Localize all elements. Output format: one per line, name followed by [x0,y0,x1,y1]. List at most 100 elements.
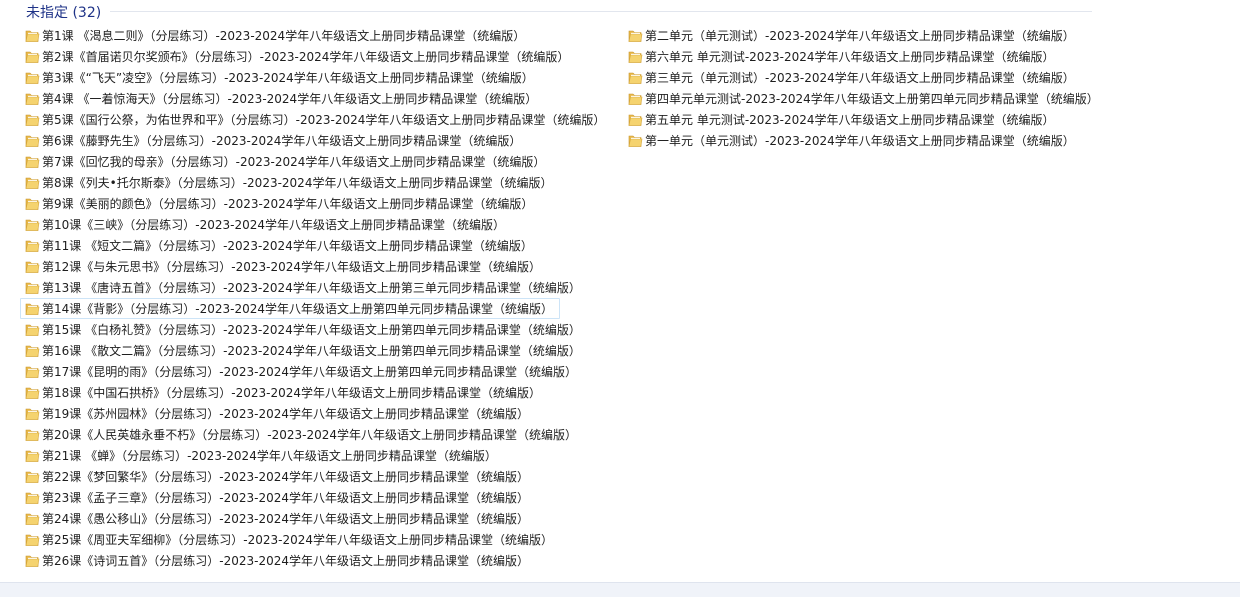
folder-icon [25,407,40,421]
folder-item[interactable]: 第13课 《唐诗五首》（分层练习）-2023-2024学年八年级语文上册第三单元… [20,277,588,298]
folder-name: 第23课《孟子三章》（分层练习）-2023-2024学年八年级语文上册同步精品课… [42,491,530,505]
folder-item[interactable]: 第1课 《渴息二则》（分层练习）-2023-2024学年八年级语文上册同步精品课… [20,25,532,46]
folder-name: 第5课《国行公祭，为佑世界和平》（分层练习）-2023-2024学年八年级语文上… [42,113,606,127]
folder-item[interactable]: 第10课《三峡》（分层练习）-2023-2024学年八年级语文上册同步精品课堂（… [20,214,512,235]
folder-name: 第3课《“飞天”凌空》（分层练习）-2023-2024学年八年级语文上册同步精品… [42,71,534,85]
folder-item[interactable]: 第20课《人民英雄永垂不朽》（分层练习）-2023-2024学年八年级语文上册同… [20,424,584,445]
folder-name: 第五单元 单元测试-2023-2024学年八年级语文上册同步精品课堂（统编版） [645,113,1055,127]
folder-name: 第14课《背影》（分层练习）-2023-2024学年八年级语文上册第四单元同步精… [42,302,554,316]
folder-item[interactable]: 第8课《列夫•托尔斯泰》（分层练习）-2023-2024学年八年级语文上册同步精… [20,172,559,193]
folder-icon [25,386,40,400]
folder-item[interactable]: 第3课《“飞天”凌空》（分层练习）-2023-2024学年八年级语文上册同步精品… [20,67,541,88]
folder-item[interactable]: 第16课 《散文二篇》（分层练习）-2023-2024学年八年级语文上册第四单元… [20,340,588,361]
group-divider [110,11,1092,12]
folder-name: 第7课《回忆我的母亲》（分层练习）-2023-2024学年八年级语文上册同步精品… [42,155,546,169]
folder-icon [25,533,40,547]
folder-name: 第15课 《白杨礼赞》（分层练习）-2023-2024学年八年级语文上册第四单元… [42,323,581,337]
folder-item[interactable]: 第三单元（单元测试）-2023-2024学年八年级语文上册同步精品课堂（统编版） [623,67,1082,88]
folder-item[interactable]: 第25课《周亚夫军细柳》（分层练习）-2023-2024学年八年级语文上册同步精… [20,529,560,550]
folder-icon [25,113,40,127]
folder-icon [25,29,40,43]
folder-item[interactable]: 第6课《藤野先生》（分层练习）-2023-2024学年八年级语文上册同步精品课堂… [20,130,528,151]
folder-name: 第三单元（单元测试）-2023-2024学年八年级语文上册同步精品课堂（统编版） [645,71,1075,85]
folder-item[interactable]: 第22课《梦回繁华》（分层练习）-2023-2024学年八年级语文上册同步精品课… [20,466,536,487]
folder-item[interactable]: 第2课《首届诺贝尔奖颁布》（分层练习）-2023-2024学年八年级语文上册同步… [20,46,576,67]
folder-item[interactable]: 第15课 《白杨礼赞》（分层练习）-2023-2024学年八年级语文上册第四单元… [20,319,588,340]
folder-item[interactable]: 第19课《苏州园林》（分层练习）-2023-2024学年八年级语文上册同步精品课… [20,403,536,424]
folder-item[interactable]: 第四单元单元测试-2023-2024学年八年级语文上册第四单元同步精品课堂（统编… [623,88,1106,109]
folder-icon [25,365,40,379]
folder-name: 第18课《中国石拱桥》（分层练习）-2023-2024学年八年级语文上册同步精品… [42,386,542,400]
file-list-right-column: 第二单元（单元测试）-2023-2024学年八年级语文上册同步精品课堂（统编版）… [623,25,1123,151]
folder-item[interactable]: 第21课 《蝉》（分层练习）-2023-2024学年八年级语文上册同步精品课堂（… [20,445,504,466]
folder-item[interactable]: 第9课《美丽的颜色》（分层练习）-2023-2024学年八年级语文上册同步精品课… [20,193,540,214]
folder-name: 第6课《藤野先生》（分层练习）-2023-2024学年八年级语文上册同步精品课堂… [42,134,522,148]
folder-name: 第四单元单元测试-2023-2024学年八年级语文上册第四单元同步精品课堂（统编… [645,92,1099,106]
folder-icon [25,554,40,568]
folder-icon [25,218,40,232]
folder-name: 第2课《首届诺贝尔奖颁布》（分层练习）-2023-2024学年八年级语文上册同步… [42,50,570,64]
folder-item[interactable]: 第五单元 单元测试-2023-2024学年八年级语文上册同步精品课堂（统编版） [623,109,1062,130]
folder-name: 第1课 《渴息二则》（分层练习）-2023-2024学年八年级语文上册同步精品课… [42,29,526,43]
status-strip [0,582,1240,597]
folder-name: 第22课《梦回繁华》（分层练习）-2023-2024学年八年级语文上册同步精品课… [42,470,530,484]
folder-icon [25,512,40,526]
folder-icon [25,197,40,211]
folder-name: 第13课 《唐诗五首》（分层练习）-2023-2024学年八年级语文上册第三单元… [42,281,581,295]
folder-icon [25,260,40,274]
folder-icon [25,239,40,253]
folder-icon [25,449,40,463]
group-header[interactable]: 未指定 (32) [0,0,1100,22]
folder-item[interactable]: 第12课《与朱元思书》（分层练习）-2023-2024学年八年级语文上册同步精品… [20,256,548,277]
folder-item[interactable]: 第二单元（单元测试）-2023-2024学年八年级语文上册同步精品课堂（统编版） [623,25,1082,46]
folder-name: 第26课《诗词五首》（分层练习）-2023-2024学年八年级语文上册同步精品课… [42,554,530,568]
folder-name: 第10课《三峡》（分层练习）-2023-2024学年八年级语文上册同步精品课堂（… [42,218,506,232]
folder-icon [628,134,643,148]
folder-item[interactable]: 第23课《孟子三章》（分层练习）-2023-2024学年八年级语文上册同步精品课… [20,487,536,508]
folder-icon [25,302,40,316]
folder-icon [25,50,40,64]
folder-icon [25,428,40,442]
folder-name: 第六单元 单元测试-2023-2024学年八年级语文上册同步精品课堂（统编版） [645,50,1055,64]
folder-icon [628,92,643,106]
folder-icon [628,29,643,43]
folder-name: 第二单元（单元测试）-2023-2024学年八年级语文上册同步精品课堂（统编版） [645,29,1075,43]
folder-icon [628,71,643,85]
folder-icon [25,92,40,106]
folder-item[interactable]: 第一单元（单元测试）-2023-2024学年八年级语文上册同步精品课堂（统编版） [623,130,1082,151]
folder-name: 第9课《美丽的颜色》（分层练习）-2023-2024学年八年级语文上册同步精品课… [42,197,534,211]
folder-item[interactable]: 第4课 《一着惊海天》（分层练习）-2023-2024学年八年级语文上册同步精品… [20,88,544,109]
folder-icon [25,491,40,505]
folder-name: 第8课《列夫•托尔斯泰》（分层练习）-2023-2024学年八年级语文上册同步精… [42,176,553,190]
folder-icon [25,344,40,358]
folder-name: 第20课《人民英雄永垂不朽》（分层练习）-2023-2024学年八年级语文上册同… [42,428,578,442]
folder-name: 第4课 《一着惊海天》（分层练习）-2023-2024学年八年级语文上册同步精品… [42,92,538,106]
folder-icon [25,281,40,295]
folder-icon [628,50,643,64]
folder-name: 第19课《苏州园林》（分层练习）-2023-2024学年八年级语文上册同步精品课… [42,407,530,421]
folder-item[interactable]: 第7课《回忆我的母亲》（分层练习）-2023-2024学年八年级语文上册同步精品… [20,151,552,172]
folder-item[interactable]: 第六单元 单元测试-2023-2024学年八年级语文上册同步精品课堂（统编版） [623,46,1062,67]
folder-item[interactable]: 第5课《国行公祭，为佑世界和平》（分层练习）-2023-2024学年八年级语文上… [20,109,612,130]
folder-name: 第24课《愚公移山》（分层练习）-2023-2024学年八年级语文上册同步精品课… [42,512,530,526]
folder-item[interactable]: 第24课《愚公移山》（分层练习）-2023-2024学年八年级语文上册同步精品课… [20,508,536,529]
folder-icon [25,323,40,337]
folder-name: 第21课 《蝉》（分层练习）-2023-2024学年八年级语文上册同步精品课堂（… [42,449,497,463]
folder-name: 第11课 《短文二篇》（分层练习）-2023-2024学年八年级语文上册同步精品… [42,239,533,253]
folder-name: 第一单元（单元测试）-2023-2024学年八年级语文上册同步精品课堂（统编版） [645,134,1075,148]
folder-icon [25,176,40,190]
folder-item[interactable]: 第11课 《短文二篇》（分层练习）-2023-2024学年八年级语文上册同步精品… [20,235,540,256]
group-title[interactable]: 未指定 (32) [26,2,101,22]
folder-item[interactable]: 第26课《诗词五首》（分层练习）-2023-2024学年八年级语文上册同步精品课… [20,550,536,571]
folder-icon [25,470,40,484]
folder-item[interactable]: 第17课《昆明的雨》（分层练习）-2023-2024学年八年级语文上册第四单元同… [20,361,584,382]
folder-item[interactable]: 第14课《背影》（分层练习）-2023-2024学年八年级语文上册第四单元同步精… [20,298,561,319]
folder-icon [25,71,40,85]
folder-name: 第25课《周亚夫军细柳》（分层练习）-2023-2024学年八年级语文上册同步精… [42,533,554,547]
folder-icon [25,134,40,148]
folder-name: 第16课 《散文二篇》（分层练习）-2023-2024学年八年级语文上册第四单元… [42,344,581,358]
folder-name: 第12课《与朱元思书》（分层练习）-2023-2024学年八年级语文上册同步精品… [42,260,542,274]
folder-item[interactable]: 第18课《中国石拱桥》（分层练习）-2023-2024学年八年级语文上册同步精品… [20,382,548,403]
folder-name: 第17课《昆明的雨》（分层练习）-2023-2024学年八年级语文上册第四单元同… [42,365,578,379]
file-list-left-column: 第1课 《渴息二则》（分层练习）-2023-2024学年八年级语文上册同步精品课… [20,25,620,571]
